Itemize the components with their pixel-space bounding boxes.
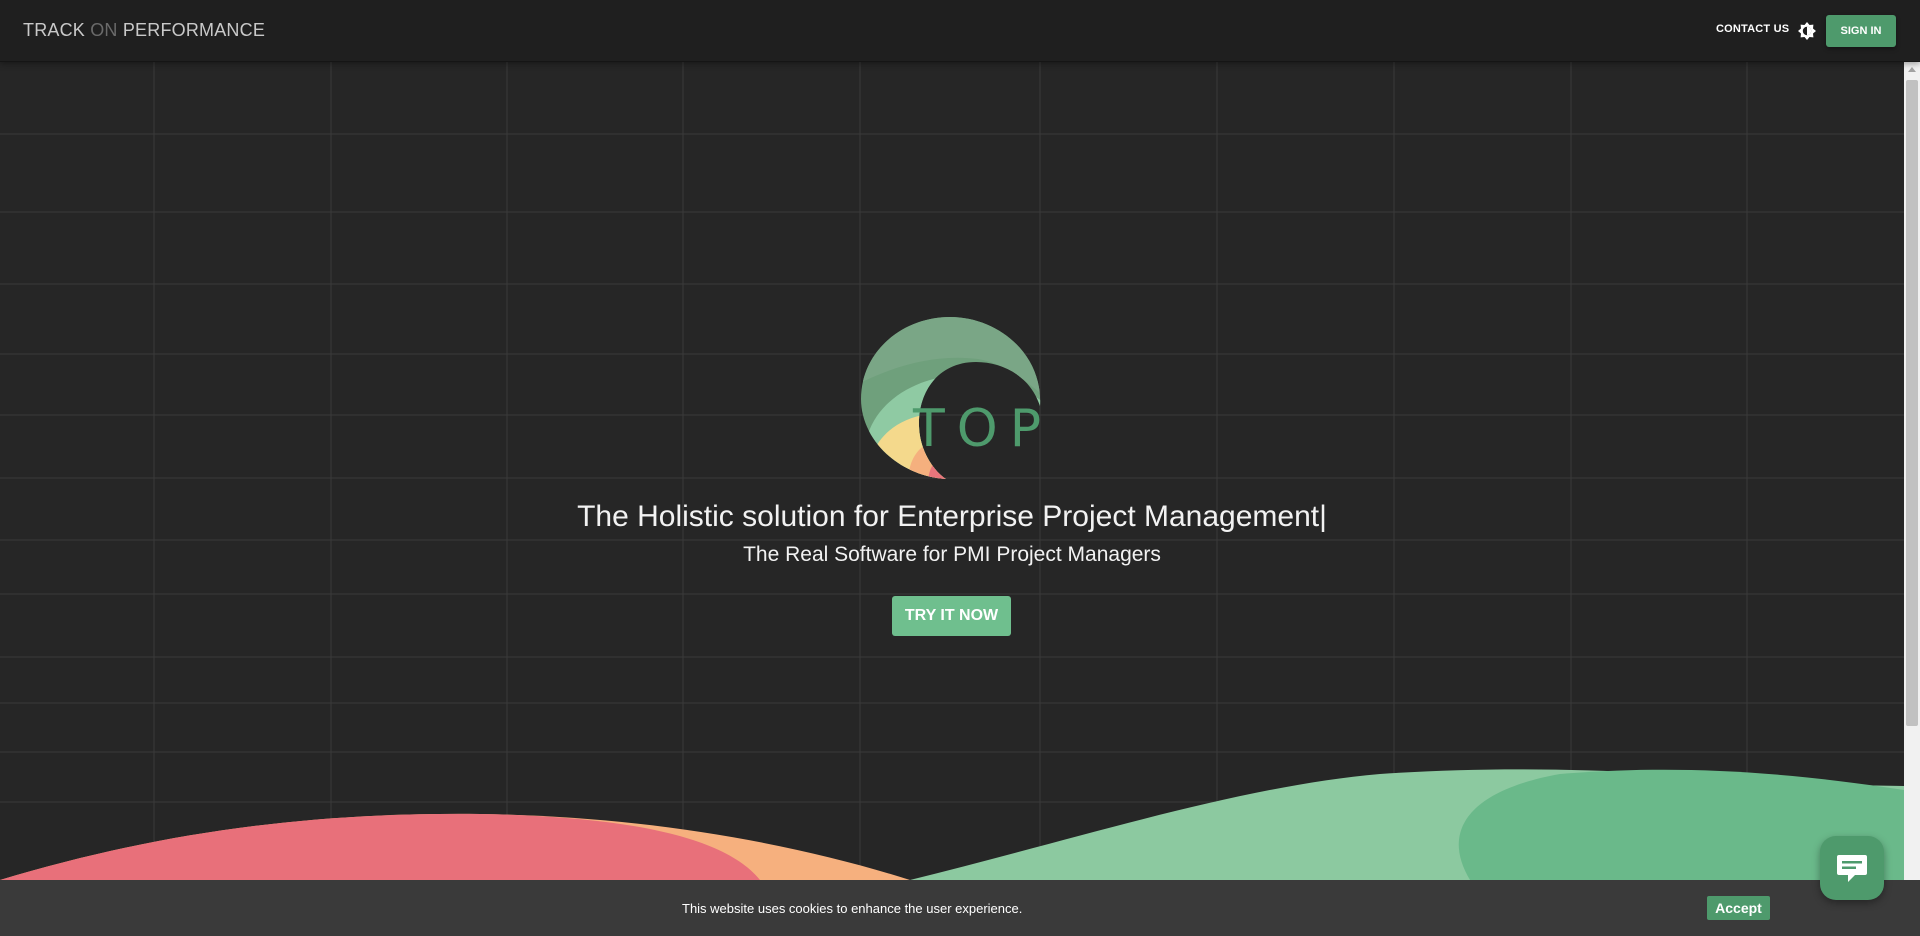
try-it-now-button[interactable]: TRY IT NOW: [892, 596, 1011, 636]
hero-title: The Holistic solution for Enterprise Pro…: [577, 500, 1327, 533]
cookie-consent-bar: This website uses cookies to enhance the…: [0, 880, 1920, 936]
decorative-waves: [0, 740, 1904, 880]
scroll-thumb[interactable]: [1906, 80, 1918, 726]
top-navbar: TRACK ON PERFORMANCE CONTACT US SIGN IN: [0, 0, 1920, 62]
top-logo: TOP: [858, 314, 1048, 484]
brand-on: ON: [90, 20, 118, 40]
scroll-up-arrow-icon[interactable]: [1908, 67, 1916, 72]
page-scrollbar[interactable]: [1904, 62, 1920, 880]
brand-performance: PERFORMANCE: [122, 20, 266, 40]
logo-text: TOP: [912, 399, 1048, 459]
chat-widget-button[interactable]: [1820, 836, 1884, 900]
page: TRACK ON PERFORMANCE CONTACT US SIGN IN: [0, 0, 1920, 936]
hero-subtitle: The Real Software for PMI Project Manage…: [743, 543, 1161, 566]
brightness-icon[interactable]: [1797, 21, 1817, 41]
brand-track: TRACK: [23, 20, 86, 40]
accept-cookies-button[interactable]: Accept: [1707, 896, 1770, 920]
brand-logo[interactable]: TRACK ON PERFORMANCE: [23, 20, 265, 41]
chat-icon: [1837, 855, 1867, 882]
contact-us-link[interactable]: CONTACT US: [1716, 23, 1789, 35]
cookie-message: This website uses cookies to enhance the…: [682, 901, 1023, 916]
sign-in-button[interactable]: SIGN IN: [1826, 15, 1896, 47]
